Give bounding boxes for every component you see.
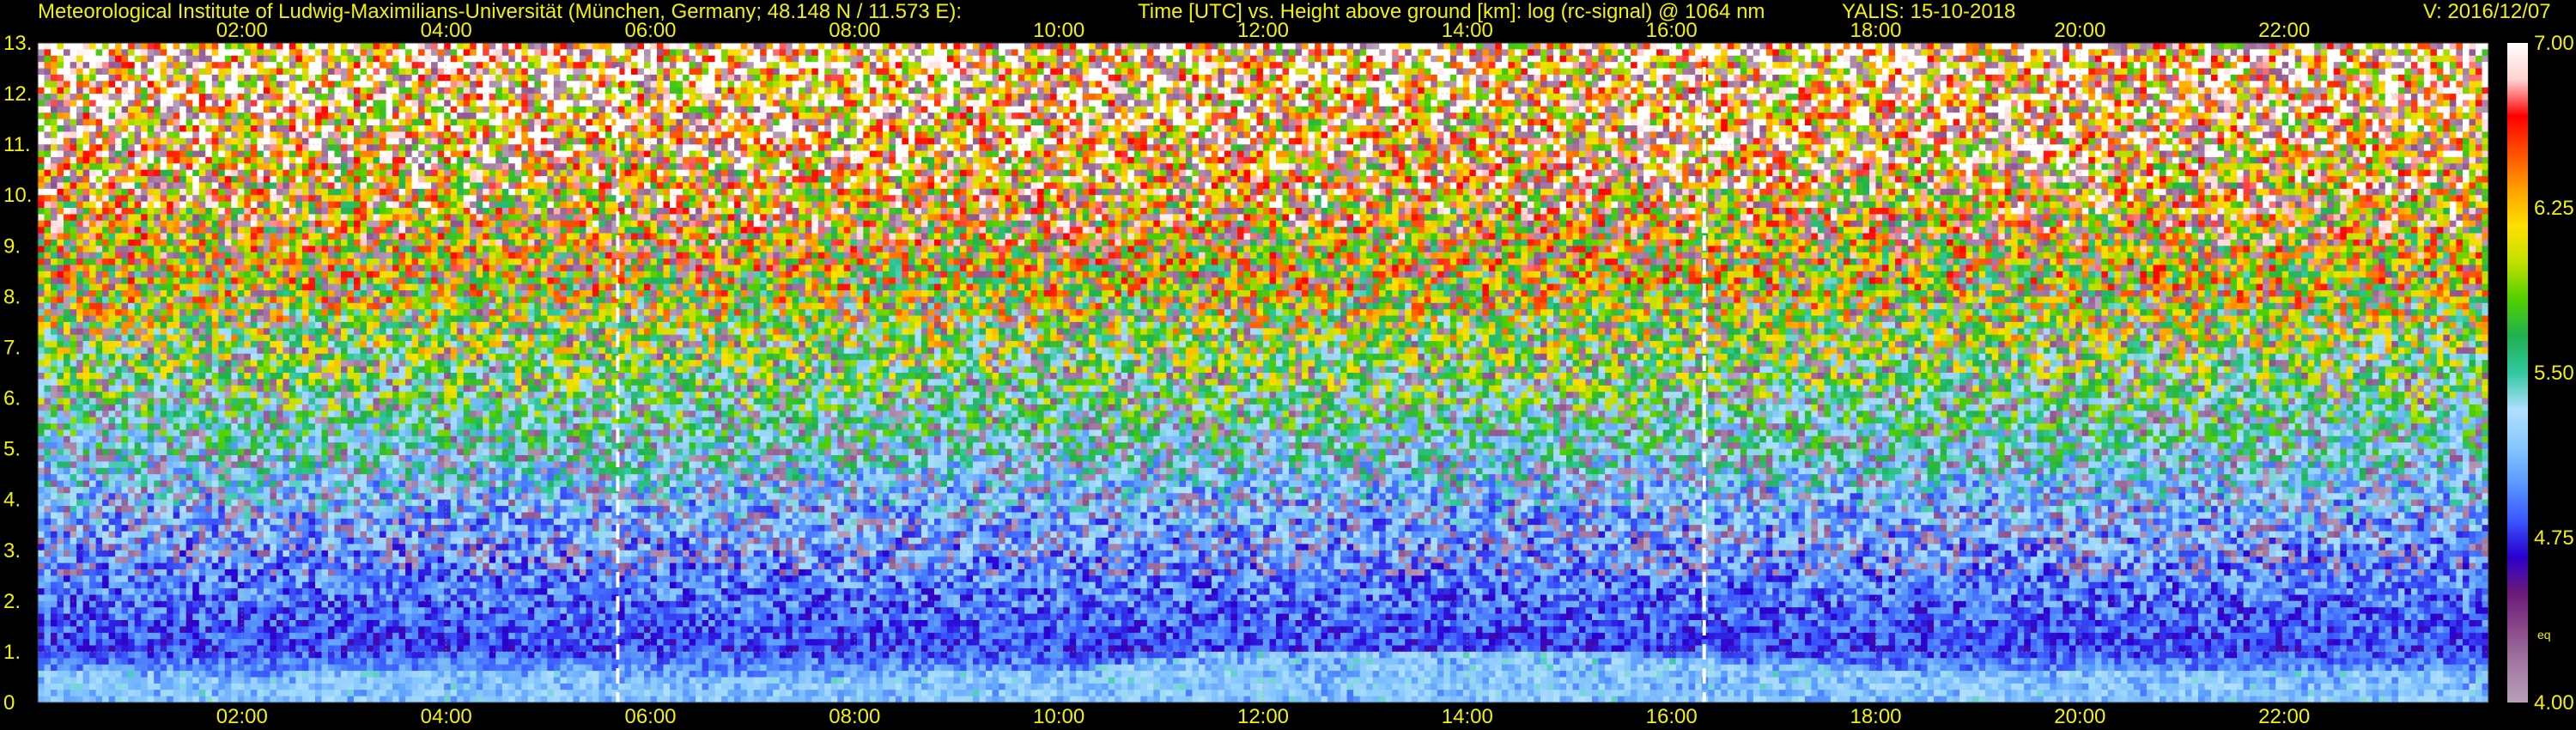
institute-caption: Meteorological Institute of Ludwig-Maxim… xyxy=(38,0,962,24)
x-tick-label-top: 22:00 xyxy=(2258,19,2310,42)
x-tick-label-top: 10:00 xyxy=(1033,19,1084,42)
y-tick-label: 9. xyxy=(3,234,21,258)
colorbar-tick-label: 5.50 xyxy=(2534,362,2574,385)
x-tick-label-bottom: 08:00 xyxy=(829,705,880,728)
y-tick-label: 10. xyxy=(3,184,32,207)
colorbar-tick-label: 4.00 xyxy=(2534,691,2574,715)
y-tick-label: 5. xyxy=(3,438,21,461)
y-tick-label: 0 xyxy=(3,691,15,715)
x-tick-label-top: 20:00 xyxy=(2054,19,2105,42)
lidar-chart: 02:0002:0004:0004:0006:0006:0008:0008:00… xyxy=(0,0,2576,730)
y-tick-label: 3. xyxy=(3,539,21,563)
colorbar-extra-label: eq xyxy=(2537,628,2551,642)
x-tick-label-bottom: 20:00 xyxy=(2054,705,2105,728)
x-tick-label-bottom: 02:00 xyxy=(216,705,268,728)
colorbar-tick-label: 4.75 xyxy=(2534,526,2574,550)
colorbar-tick-label: 7.00 xyxy=(2534,32,2574,55)
x-tick-label-bottom: 22:00 xyxy=(2258,705,2310,728)
x-tick-label-bottom: 12:00 xyxy=(1237,705,1289,728)
x-tick-label-bottom: 14:00 xyxy=(1442,705,1493,728)
chart-title: Time [UTC] vs. Height above ground [km]:… xyxy=(1138,0,1765,24)
colorbar-tick-label: 6.25 xyxy=(2534,197,2574,220)
colorbar xyxy=(2507,43,2528,703)
y-tick-label: 4. xyxy=(3,489,21,512)
y-tick-label: 11. xyxy=(3,133,31,156)
y-tick-label: 1. xyxy=(3,641,21,664)
y-tick-label: 8. xyxy=(3,285,21,308)
y-tick-label: 6. xyxy=(3,387,21,411)
y-tick-label: 7. xyxy=(3,336,21,359)
x-tick-label-bottom: 06:00 xyxy=(624,705,676,728)
x-tick-label-bottom: 04:00 xyxy=(421,705,472,728)
x-tick-label-bottom: 16:00 xyxy=(1646,705,1698,728)
y-tick-label: 12. xyxy=(3,82,32,106)
y-tick-label: 13. xyxy=(3,32,32,55)
instrument-date: YALIS: 15-10-2018 xyxy=(1842,0,2015,24)
x-tick-label-bottom: 18:00 xyxy=(1850,705,1901,728)
x-tick-label-bottom: 10:00 xyxy=(1033,705,1084,728)
y-tick-label: 2. xyxy=(3,590,21,613)
version-label: V: 2016/12/07 xyxy=(2423,0,2551,24)
